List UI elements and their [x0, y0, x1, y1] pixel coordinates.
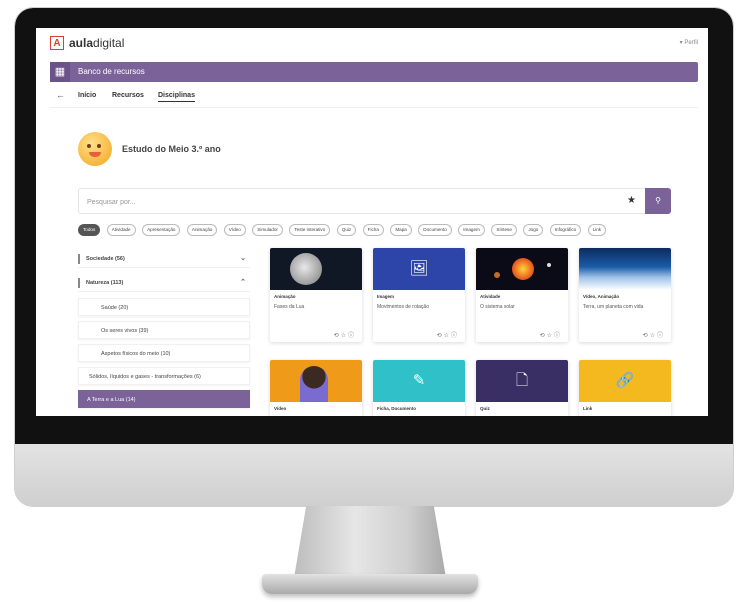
chevron-up-icon: ⌃ [240, 279, 246, 286]
filter-chip-apresentacao[interactable]: Apresentação [142, 224, 181, 236]
arrow-left-icon[interactable]: ← [56, 90, 65, 100]
sidebar-category-sociedade[interactable]: Sociedade (56) ⌄ [78, 250, 250, 268]
card-actions: ⟲☆ⓘ [540, 330, 562, 339]
card-actions: ⟲☆ⓘ [437, 330, 459, 339]
filter-chip-infografico[interactable]: Infográfico [549, 224, 582, 236]
card-thumbnail: 🔗 [579, 360, 671, 402]
filter-chip-ficha[interactable]: Ficha [362, 224, 384, 236]
subject-header: Estudo do Meio 3.º ano [78, 132, 378, 168]
monitor-stand [294, 506, 446, 578]
top-bar: A auladigital ▾ Perfil [36, 28, 708, 58]
card-thumbnail-solar [476, 248, 568, 290]
sidebar-item-saude[interactable]: Saúde (20) [78, 298, 250, 316]
sidebar-item-solidos-liquidos[interactable]: Sólidos, líquidos e gases - transformaçõ… [78, 367, 250, 385]
filter-chip-jogo[interactable]: Jogo [523, 224, 544, 236]
card-thumbnail: 🗋 [476, 360, 568, 402]
nav-divider [50, 107, 698, 108]
card-thumbnail-earth [579, 248, 671, 290]
breadcrumb-nav: ← Início Recursos Disciplinas [50, 88, 698, 108]
card-actions: ⟲☆ⓘ [643, 330, 665, 339]
share-icon[interactable]: ⟲ [643, 333, 650, 339]
card-actions: ⟲☆ⓘ [334, 330, 356, 339]
header-title: Banco de recursos [78, 67, 145, 76]
resource-card[interactable]: ✎ Ficha, Documento [373, 360, 465, 416]
info-icon[interactable]: ⓘ [451, 333, 459, 339]
resource-card[interactable]: Atividade O sistema solar ⟲☆ⓘ [476, 248, 568, 342]
card-thumbnail-moon [270, 248, 362, 290]
sidebar-item-seres-vivos[interactable]: Os seres vivos (39) [78, 321, 250, 339]
resource-card[interactable]: Vídeo [270, 360, 362, 416]
card-thumbnail: 🖼 [373, 248, 465, 290]
monitor-chin [15, 444, 733, 506]
subject-avatar [78, 132, 112, 166]
chevron-down-icon: ⌄ [240, 255, 246, 262]
info-icon[interactable]: ⓘ [554, 333, 562, 339]
share-icon[interactable]: ⟲ [334, 333, 341, 339]
header-bar: ▦ Banco de recursos [50, 62, 698, 82]
filter-chip-mapa[interactable]: Mapa [390, 224, 412, 236]
link-icon: 🔗 [615, 372, 635, 389]
filter-chip-video[interactable]: Vídeo [223, 224, 246, 236]
filter-chip-animacao[interactable]: Animação [186, 224, 218, 236]
screen: A auladigital ▾ Perfil ▦ Banco de recurs… [36, 28, 708, 416]
nav-inicio[interactable]: Início [78, 92, 96, 99]
card-thumbnail: ✎ [373, 360, 465, 402]
resource-card[interactable]: 🖼 Imagem Movimentos de rotação ⟲☆ⓘ [373, 248, 465, 342]
quiz-doc-icon: 🗋 [515, 372, 529, 389]
resource-card[interactable]: 🔗 Link [579, 360, 671, 416]
sidebar-item-terra-lua[interactable]: A Terra e a Lua (14) [78, 390, 250, 408]
nav-recursos[interactable]: Recursos [112, 92, 144, 99]
grid-icon[interactable]: ▦ [50, 62, 70, 82]
page-title: Estudo do Meio 3.º ano [122, 144, 221, 154]
star-icon[interactable]: ★ [627, 195, 636, 206]
filter-chips: Todos Atividade Apresentação Animação Ví… [78, 224, 698, 236]
topic-sidebar: Sociedade (56) ⌄ Natureza (113) ⌃ Saúde … [78, 250, 250, 416]
favorite-icon[interactable]: ☆ [547, 333, 554, 339]
sidebar-category-natureza[interactable]: Natureza (113) ⌃ [78, 274, 250, 292]
search-input[interactable] [85, 194, 609, 210]
resource-card[interactable]: 🗋 Quiz [476, 360, 568, 416]
monitor-base [262, 574, 478, 594]
share-icon[interactable]: ⟲ [437, 333, 444, 339]
nav-disciplinas[interactable]: Disciplinas [158, 92, 195, 102]
card-thumbnail-person [270, 360, 362, 402]
info-icon[interactable]: ⓘ [657, 333, 665, 339]
logo-icon[interactable]: A [50, 36, 64, 50]
filter-chip-link[interactable]: Link [587, 224, 607, 236]
info-icon[interactable]: ⓘ [348, 333, 356, 339]
favorite-icon[interactable]: ☆ [650, 333, 657, 339]
search-bar: ★ ⚲ [78, 188, 671, 214]
favorite-icon[interactable]: ☆ [341, 333, 348, 339]
user-menu[interactable]: ▾ Perfil [680, 39, 698, 46]
filter-chip-quiz[interactable]: Quiz [336, 224, 357, 236]
pencil-icon: ✎ [412, 372, 426, 389]
filter-chip-sintese[interactable]: Síntese [491, 224, 517, 236]
filter-chip-atividade[interactable]: Atividade [106, 224, 136, 236]
sidebar-item-aspetos-fisicos[interactable]: Aspetos físicos do meio (10) [78, 344, 250, 362]
share-icon[interactable]: ⟲ [540, 333, 547, 339]
resource-card[interactable]: Vídeo, Animação Terra, um planeta com vi… [579, 248, 671, 342]
filter-chip-simulador[interactable]: Simulador [252, 224, 283, 236]
image-icon: 🖼 [409, 260, 429, 277]
filter-chip-documento[interactable]: Documento [418, 224, 452, 236]
filter-chip-teste-interativo[interactable]: Teste interativo [289, 224, 331, 236]
filter-chip-todos[interactable]: Todos [78, 224, 101, 236]
filter-chip-imagem[interactable]: Imagem [458, 224, 485, 236]
resource-card[interactable]: Animação Fases da Lua ⟲☆ⓘ [270, 248, 362, 342]
favorite-icon[interactable]: ☆ [444, 333, 451, 339]
logo-text[interactable]: auladigital [69, 36, 124, 50]
search-icon[interactable]: ⚲ [645, 188, 671, 214]
